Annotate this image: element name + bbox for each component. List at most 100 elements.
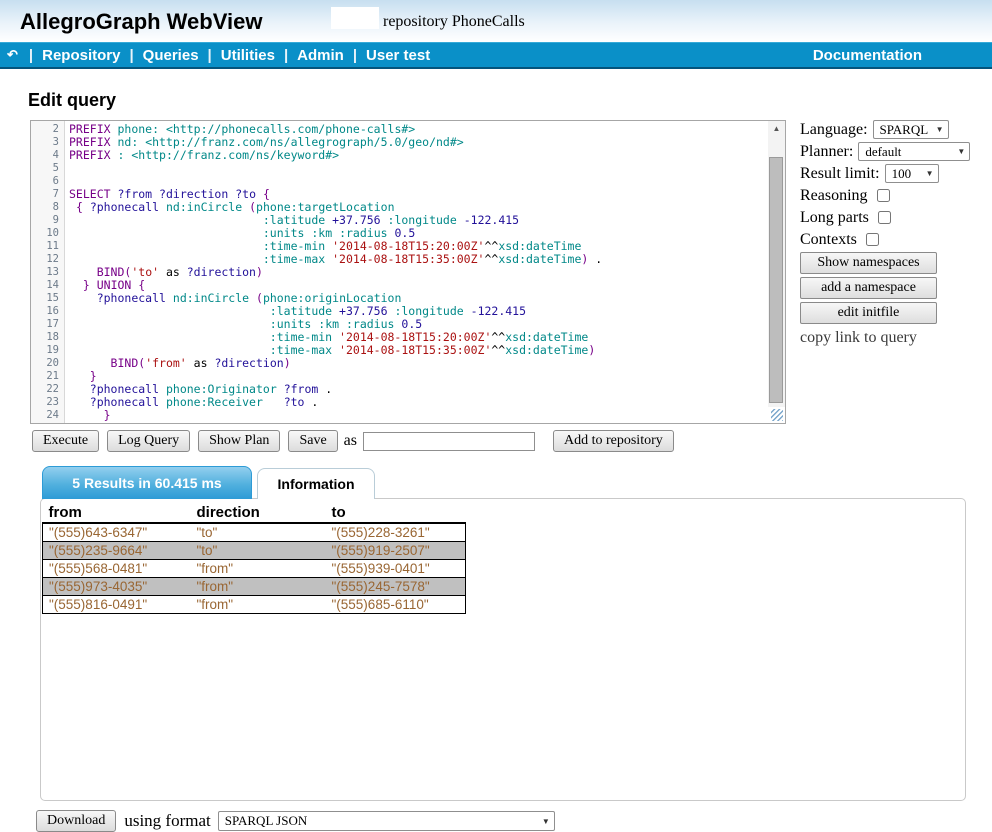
reasoning-checkbox[interactable] — [877, 189, 890, 202]
table-cell: "(555)816-0491" — [43, 596, 191, 614]
results-table: fromdirectionto"(555)643-6347""to""(555)… — [42, 503, 466, 614]
line-number: 3 — [31, 136, 65, 149]
table-cell: "(555)973-4035" — [43, 578, 191, 596]
download-format-select[interactable]: SPARQL JSON ▼ — [218, 811, 555, 831]
save-as-label: as — [344, 432, 357, 450]
table-cell: "from" — [191, 596, 326, 614]
code-text — [65, 162, 69, 175]
table-row: "(555)643-6347""to""(555)228-3261" — [43, 523, 466, 542]
back-icon[interactable]: ↶ — [7, 47, 18, 63]
add-namespace-button[interactable]: add a namespace — [800, 277, 937, 299]
results-tabs: 5 Results in 60.415 ms Information — [42, 466, 992, 499]
app-header: AllegroGraph WebView repository PhoneCal… — [0, 0, 992, 42]
line-number: 5 — [31, 162, 65, 175]
tab-information[interactable]: Information — [257, 468, 375, 499]
chevron-down-icon: ▼ — [936, 125, 944, 134]
column-header-from: from — [43, 503, 191, 523]
language-select[interactable]: SPARQL ▼ — [873, 120, 949, 139]
results-panel: fromdirectionto"(555)643-6347""to""(555)… — [40, 498, 966, 801]
column-header-direction: direction — [191, 503, 326, 523]
table-cell: "from" — [191, 560, 326, 578]
query-code: 2PREFIX phone: <http://phonecalls.com/ph… — [31, 121, 785, 422]
code-line: 5 — [31, 162, 785, 175]
line-number: 19 — [31, 344, 65, 357]
table-cell: "(555)939-0401" — [326, 560, 466, 578]
code-line: 24 } — [31, 409, 785, 422]
line-number: 14 — [31, 279, 65, 292]
table-row: "(555)973-4035""from""(555)245-7578" — [43, 578, 466, 596]
table-cell: "(555)228-3261" — [326, 523, 466, 542]
log-query-button[interactable]: Log Query — [107, 430, 190, 452]
download-button[interactable]: Download — [36, 810, 116, 832]
table-row: "(555)235-9664""to""(555)919-2507" — [43, 542, 466, 560]
scroll-up-arrow-icon[interactable]: ▲ — [768, 121, 785, 137]
download-row: Download using format SPARQL JSON ▼ — [36, 810, 992, 832]
line-number: 11 — [31, 240, 65, 253]
show-namespaces-button[interactable]: Show namespaces — [800, 252, 937, 274]
nav-item-utilities[interactable]: Utilities — [221, 47, 275, 64]
line-number: 2 — [31, 123, 65, 136]
query-actions-row: Execute Log Query Show Plan Save as Add … — [32, 430, 992, 452]
line-number: 17 — [31, 318, 65, 331]
app-title: AllegroGraph WebView — [20, 9, 262, 35]
chevron-down-icon: ▼ — [957, 147, 965, 156]
result-limit-label: Result limit: — [800, 165, 880, 183]
line-number: 15 — [31, 292, 65, 305]
table-cell: "to" — [191, 523, 326, 542]
nav-separator: | — [284, 47, 288, 64]
nav-separator: | — [129, 47, 133, 64]
main-row: 2PREFIX phone: <http://phonecalls.com/ph… — [30, 120, 992, 424]
column-header-to: to — [326, 503, 466, 523]
result-limit-select[interactable]: 100 ▼ — [885, 164, 939, 183]
code-text: } — [65, 409, 111, 422]
table-cell: "from" — [191, 578, 326, 596]
scrollbar-thumb[interactable] — [769, 157, 783, 403]
table-cell: "(555)685-6110" — [326, 596, 466, 614]
chevron-down-icon: ▼ — [926, 169, 934, 178]
line-number: 4 — [31, 149, 65, 162]
code-text: BIND('from' as ?direction) — [65, 357, 291, 370]
add-to-repository-button[interactable]: Add to repository — [553, 430, 674, 452]
long-parts-label: Long parts — [800, 209, 869, 227]
table-cell: "(555)235-9664" — [43, 542, 191, 560]
table-cell: "(555)568-0481" — [43, 560, 191, 578]
line-number: 6 — [31, 175, 65, 188]
page-title: Edit query — [28, 90, 992, 111]
contexts-checkbox[interactable] — [866, 233, 879, 246]
table-cell: "(555)919-2507" — [326, 542, 466, 560]
editor-scrollbar[interactable]: ▲ — [768, 121, 785, 407]
copy-link-to-query[interactable]: copy link to query — [800, 329, 992, 347]
execute-button[interactable]: Execute — [32, 430, 99, 452]
query-editor[interactable]: 2PREFIX phone: <http://phonecalls.com/ph… — [30, 120, 786, 424]
table-row: "(555)568-0481""from""(555)939-0401" — [43, 560, 466, 578]
save-name-input[interactable] — [363, 432, 535, 451]
editor-resize-grip-icon[interactable] — [771, 409, 783, 421]
line-number: 7 — [31, 188, 65, 201]
line-number: 24 — [31, 409, 65, 422]
tab-results[interactable]: 5 Results in 60.415 ms — [42, 466, 252, 499]
edit-initfile-button[interactable]: edit initfile — [800, 302, 937, 324]
long-parts-checkbox[interactable] — [878, 211, 891, 224]
table-cell: "(555)643-6347" — [43, 523, 191, 542]
code-line: 20 BIND('from' as ?direction) — [31, 357, 785, 370]
planner-select[interactable]: default ▼ — [858, 142, 970, 161]
nav-bar: ↶ | Repository | Queries | Utilities | A… — [0, 42, 992, 69]
chevron-down-icon: ▼ — [542, 817, 550, 826]
line-number: 20 — [31, 357, 65, 370]
nav-item-queries[interactable]: Queries — [143, 47, 199, 64]
table-cell: "to" — [191, 542, 326, 560]
nav-item-admin[interactable]: Admin — [297, 47, 344, 64]
table-row: "(555)816-0491""from""(555)685-6110" — [43, 596, 466, 614]
nav-separator: | — [353, 47, 357, 64]
show-plan-button[interactable]: Show Plan — [198, 430, 280, 452]
header-blank-box — [331, 7, 379, 29]
nav-item-user-test[interactable]: User test — [366, 47, 430, 64]
repository-label: repository PhoneCalls — [383, 13, 525, 31]
line-number: 22 — [31, 383, 65, 396]
nav-item-repository[interactable]: Repository — [42, 47, 120, 64]
line-number: 16 — [31, 305, 65, 318]
nav-item-documentation[interactable]: Documentation — [813, 47, 922, 64]
save-button[interactable]: Save — [288, 430, 337, 452]
nav-separator: | — [208, 47, 212, 64]
reasoning-label: Reasoning — [800, 187, 868, 205]
